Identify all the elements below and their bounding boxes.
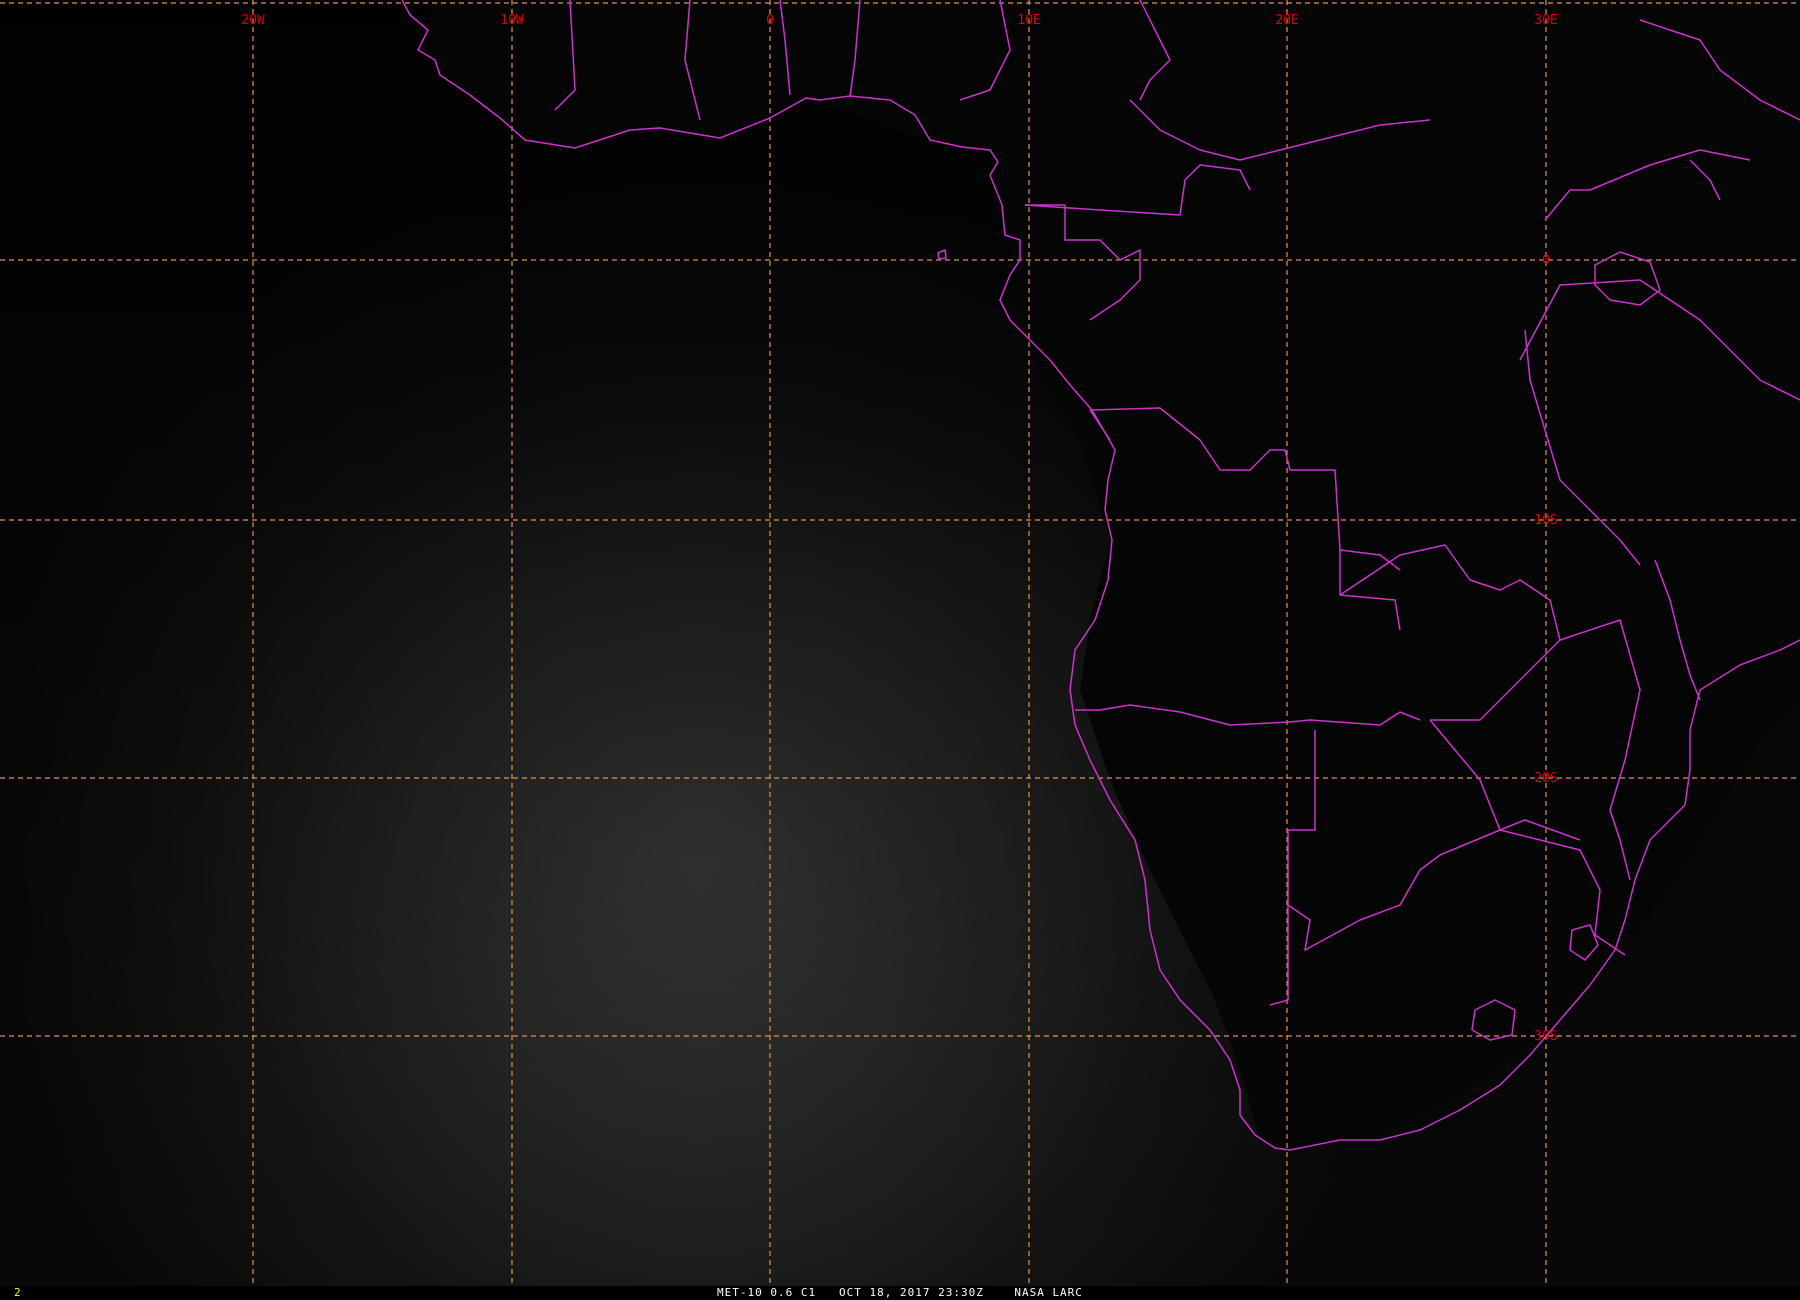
satellite-image-viewer[interactable]: 20W 10W 0 10E 20E 30E 0 10S 20S 30S (0, 0, 1800, 1286)
longitude-label: 20W (241, 13, 265, 28)
longitude-label: 0 (766, 13, 774, 28)
latitude-label: 0 (1542, 253, 1550, 268)
satellite-map: 20W 10W 0 10E 20E 30E010S20S30S (0, 0, 1800, 1286)
image-caption: MET-10 0.6 C1 OCT 18, 2017 23:30Z NASA L… (717, 1286, 1083, 1299)
longitude-label: 20E (1275, 13, 1298, 28)
latitude-label: 10S (1534, 513, 1557, 528)
status-bar: 2 MET-10 0.6 C1 OCT 18, 2017 23:30Z NASA… (0, 1286, 1800, 1300)
longitude-label: 10W (500, 13, 524, 28)
longitude-label: 30E (1534, 13, 1557, 28)
longitude-label: 10E (1017, 13, 1040, 28)
latitude-label: 20S (1534, 771, 1557, 786)
